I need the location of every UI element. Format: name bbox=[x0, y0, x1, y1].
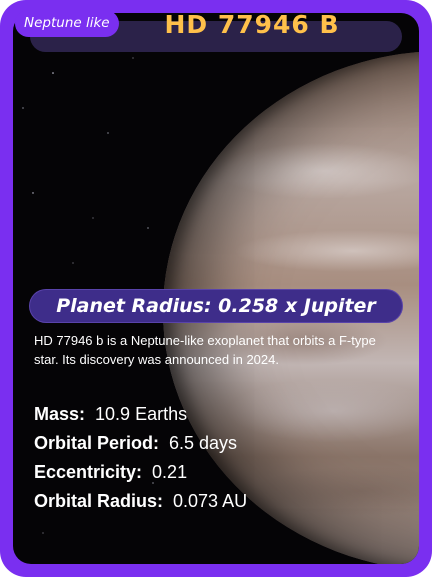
stat-orbital-radius: Orbital Radius: 0.073 AU bbox=[34, 487, 404, 516]
stat-label: Orbital Period: bbox=[34, 433, 160, 453]
exoplanet-card: Planet Radius: 0.258 x Jupiter HD 77946 … bbox=[0, 0, 432, 577]
planet-type-tag: Neptune like bbox=[15, 10, 119, 37]
stat-label: Eccentricity: bbox=[34, 462, 143, 482]
stat-value: 6.5 days bbox=[169, 433, 238, 453]
planet-description: HD 77946 b is a Neptune-like exoplanet t… bbox=[34, 333, 376, 367]
planet-name-title: HD 77946 B bbox=[164, 10, 340, 39]
stat-label: Orbital Radius: bbox=[34, 491, 164, 511]
stat-label: Mass: bbox=[34, 404, 86, 424]
stat-value: 0.073 AU bbox=[173, 491, 248, 511]
card-background: Planet Radius: 0.258 x Jupiter HD 77946 … bbox=[13, 13, 419, 564]
stat-orbital-period: Orbital Period: 6.5 days bbox=[34, 429, 404, 458]
stat-eccentricity: Eccentricity: 0.21 bbox=[34, 458, 404, 487]
stat-value: 0.21 bbox=[152, 462, 188, 482]
stats-list: Mass: 10.9 Earths Orbital Period: 6.5 days… bbox=[34, 400, 404, 516]
stat-mass: Mass: 10.9 Earths bbox=[34, 400, 404, 429]
stat-value: 10.9 Earths bbox=[95, 404, 188, 424]
planet-radius-banner: Planet Radius: 0.258 x Jupiter bbox=[29, 289, 403, 323]
